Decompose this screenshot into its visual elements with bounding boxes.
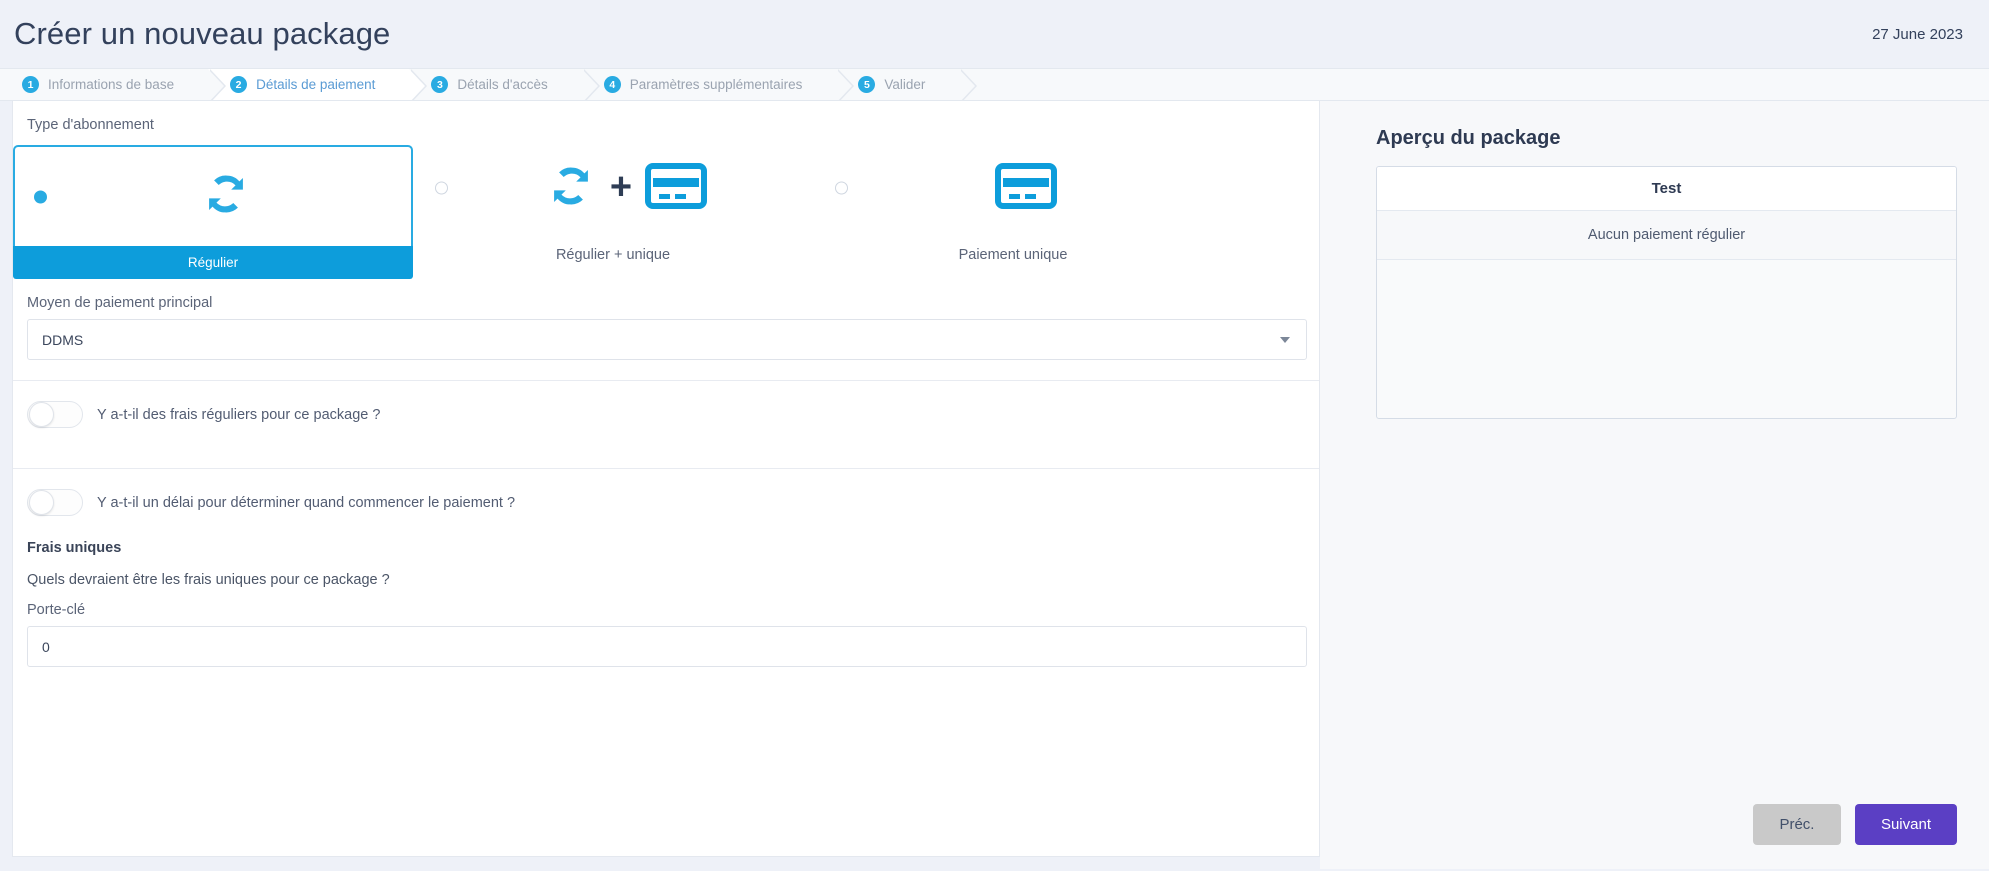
chevron-down-icon[interactable]: [1280, 336, 1290, 343]
wizard-step-label: Paramètres supplémentaires: [629, 77, 803, 92]
toggle-knob: [29, 490, 54, 515]
icon-group: [174, 168, 252, 225]
page-date: 27 June 2023: [1872, 25, 1963, 43]
option-card[interactable]: [813, 145, 1213, 231]
recurring-fees-label: Y a-t-il des frais réguliers pour ce pac…: [97, 406, 381, 423]
recurring-icon: [200, 168, 252, 225]
footer-buttons: Préc. Suivant: [1752, 804, 1957, 845]
credit-card-icon: [645, 162, 708, 215]
payment-details-form: Type d'abonnement Régulier + Régulier + …: [12, 101, 1320, 857]
preview-title: Aperçu du package: [1376, 127, 1561, 149]
previous-button[interactable]: Préc.: [1752, 804, 1841, 845]
payment-method-value: DDMS: [42, 331, 84, 348]
wizard-step-1[interactable]: 1 Informations de base: [0, 69, 227, 100]
step-number-badge: 5: [858, 76, 876, 93]
subscription-option-regulier[interactable]: Régulier: [13, 145, 413, 279]
wizard-step-label: Détails de paiement: [256, 77, 376, 92]
delay-label: Y a-t-il un délai pour déterminer quand …: [97, 494, 516, 511]
preview-card: Test Aucun paiement régulier: [1376, 166, 1957, 419]
radio-button-regulier-unique[interactable]: [435, 181, 448, 195]
page-header: Créer un nouveau package 27 June 2023: [0, 0, 1989, 68]
icon-group: +: [519, 160, 708, 217]
option-card[interactable]: [13, 145, 413, 246]
option-label-paiement-unique: Paiement unique: [958, 247, 1068, 263]
keyring-value: 0: [42, 638, 50, 655]
step-number-badge: 2: [230, 76, 248, 93]
wizard-step-3[interactable]: 3 Détails d'accès: [409, 69, 601, 100]
delay-toggle[interactable]: [27, 489, 83, 516]
wizard-step-label: Informations de base: [48, 77, 175, 92]
subscription-option-paiement-unique[interactable]: Paiement unique: [813, 145, 1213, 263]
keyring-section: 0: [13, 626, 1319, 667]
recurring-fees-toggle-row[interactable]: Y a-t-il des frais réguliers pour ce pac…: [13, 381, 1319, 448]
step-number-badge: 4: [603, 76, 621, 93]
wizard-step-label: Valider: [884, 77, 926, 92]
step-number-badge: 1: [22, 76, 39, 93]
subscription-type-options: Régulier + Régulier + unique Paiement un…: [13, 133, 1319, 279]
toggle-knob: [29, 402, 54, 427]
payment-method-section: DDMS: [13, 319, 1319, 360]
credit-card-icon: [995, 162, 1057, 215]
subscription-option-regulier-unique[interactable]: + Régulier + unique: [413, 145, 813, 263]
wizard-step-label: Détails d'accès: [457, 77, 548, 92]
page-title: Créer un nouveau package: [14, 16, 391, 51]
radio-button-paiement-unique[interactable]: [835, 181, 848, 195]
recurring-fees-toggle[interactable]: [27, 401, 83, 428]
keyring-input[interactable]: 0: [27, 626, 1307, 667]
wizard-step-4[interactable]: 4 Paramètres supplémentaires: [581, 69, 854, 100]
subscription-type-label: Type d'abonnement: [27, 117, 154, 133]
payment-method-label: Moyen de paiement principal: [27, 295, 213, 311]
icon-group: [969, 162, 1057, 215]
one-off-fees-heading: Frais uniques: [27, 540, 122, 556]
body-wrapper: Type d'abonnement Régulier + Régulier + …: [0, 101, 1989, 869]
preview-card-body: Aucun paiement régulier: [1377, 211, 1956, 260]
option-card[interactable]: +: [413, 145, 813, 231]
keyring-label: Porte-clé: [27, 602, 86, 618]
next-button[interactable]: Suivant: [1854, 804, 1957, 845]
delay-toggle-row[interactable]: Y a-t-il un délai pour déterminer quand …: [13, 469, 1319, 536]
option-label-regulier: Régulier: [13, 246, 413, 279]
one-off-fees-question: Quels devraient être les frais uniques p…: [27, 572, 390, 588]
option-label-regulier-unique: Régulier + unique: [555, 247, 671, 263]
payment-method-select[interactable]: DDMS: [27, 319, 1307, 360]
wizard-step-5[interactable]: 5 Valider: [836, 69, 978, 100]
wizard-steps: 1 Informations de base 2 Détails de paie…: [0, 68, 1989, 101]
wizard-step-2[interactable]: 2 Détails de paiement: [208, 69, 428, 100]
plus-icon: +: [609, 166, 633, 208]
step-number-badge: 3: [431, 76, 449, 93]
preview-card-title: Test: [1377, 167, 1956, 211]
package-preview-panel: Aperçu du package Test Aucun paiement ré…: [1320, 101, 1989, 869]
radio-button-regulier[interactable]: [34, 190, 47, 203]
recurring-icon: [545, 160, 597, 217]
